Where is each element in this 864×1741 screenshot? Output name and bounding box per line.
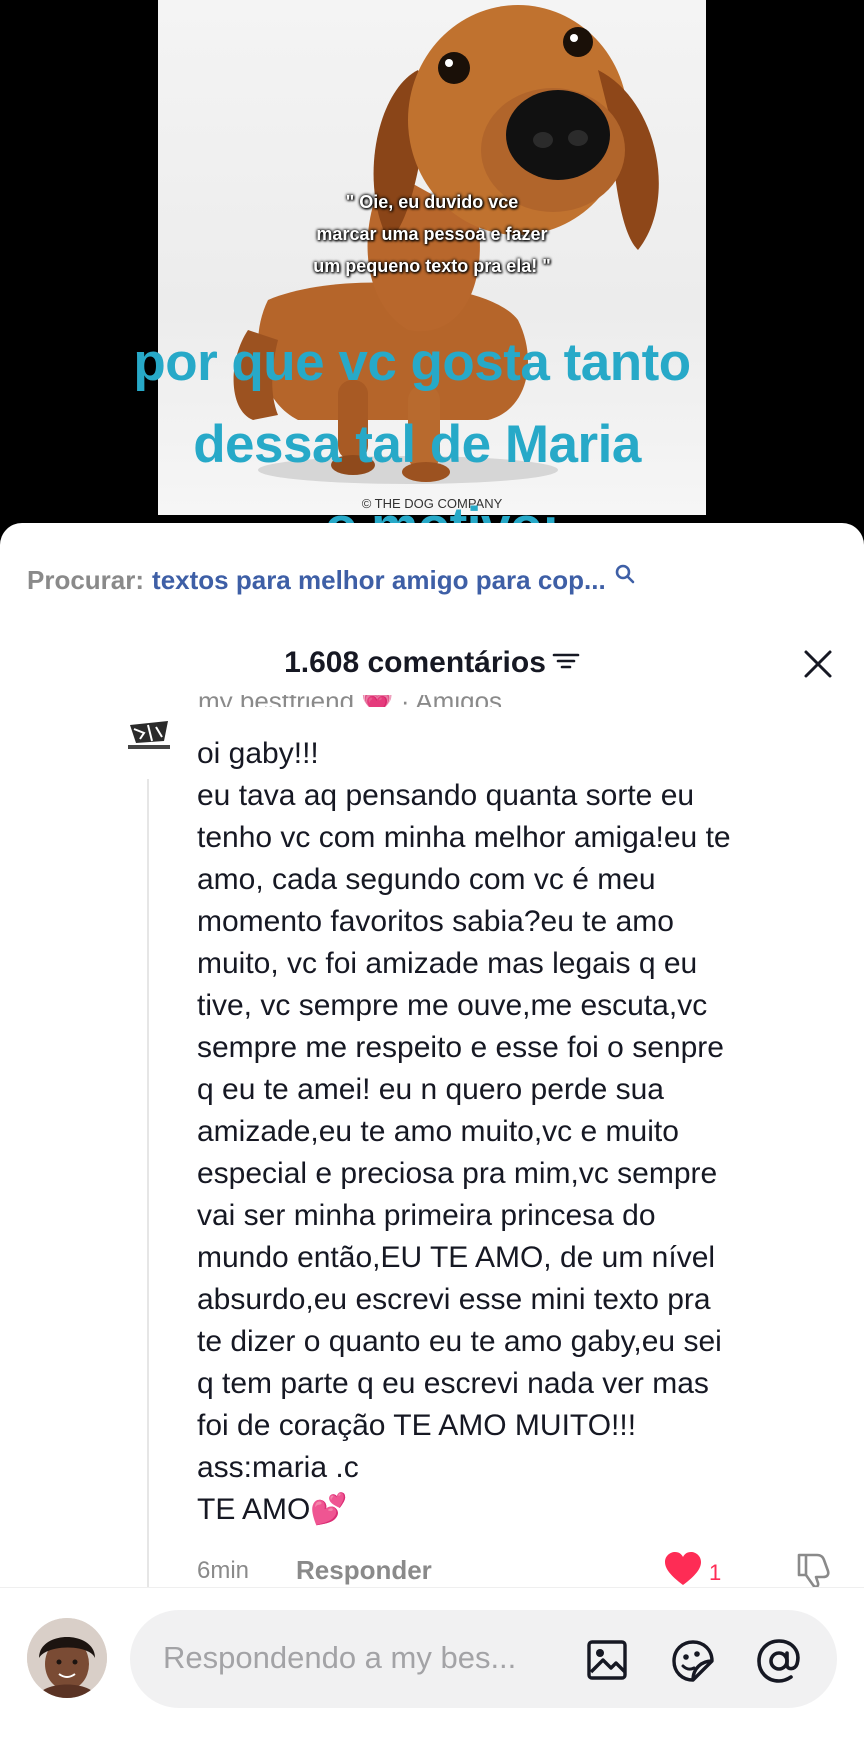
reply-input[interactable]: Respondendo a my bes... bbox=[130, 1610, 837, 1708]
search-suggestion[interactable]: Procurar: textos para melhor amigo para c… bbox=[27, 564, 636, 596]
comment-author[interactable]: my bestfriend 💗 · Amigos bbox=[198, 695, 502, 707]
emoji-sticker-icon[interactable] bbox=[670, 1638, 716, 1689]
avatar[interactable] bbox=[124, 711, 174, 753]
user-avatar[interactable] bbox=[27, 1618, 107, 1698]
mention-icon[interactable] bbox=[755, 1638, 803, 1689]
comments-header: 1.608 comentários bbox=[0, 638, 864, 688]
quote-line: um pequeno texto pra ela! " bbox=[313, 256, 551, 276]
caption-line: por que vc gosta tanto bbox=[133, 333, 691, 392]
search-label: Procurar: bbox=[27, 565, 145, 595]
video-player[interactable]: " Oie, eu duvido vce marcar uma pessoa e… bbox=[0, 0, 864, 560]
caption-line: dessa tal de Maria bbox=[193, 415, 641, 474]
reply-input-placeholder: Respondendo a my bes... bbox=[163, 1640, 517, 1675]
comment-text[interactable]: oi gaby!!! eu tava aq pensando quanta so… bbox=[197, 733, 847, 1531]
like-count: 1 bbox=[709, 1559, 722, 1585]
thread-line bbox=[147, 779, 149, 1587]
image-icon[interactable] bbox=[585, 1638, 629, 1687]
comment-meta: 6min Responder 1 bbox=[197, 1551, 837, 1591]
quote-line: " Oie, eu duvido vce bbox=[345, 192, 519, 212]
comments-sheet: Procurar: textos para melhor amigo para c… bbox=[0, 523, 864, 1740]
comment-composer: Respondendo a my bes... bbox=[0, 1587, 864, 1741]
search-icon[interactable] bbox=[614, 561, 636, 592]
video-quote: " Oie, eu duvido vce marcar uma pessoa e… bbox=[158, 186, 706, 282]
close-icon[interactable] bbox=[802, 648, 834, 685]
comment-count: 1.608 comentários bbox=[284, 646, 546, 679]
search-query[interactable]: textos para melhor amigo para cop... bbox=[152, 565, 606, 595]
comment-time: 6min bbox=[197, 1557, 250, 1584]
filter-icon[interactable] bbox=[552, 646, 580, 680]
reply-button[interactable]: Responder bbox=[296, 1555, 432, 1586]
quote-line: marcar uma pessoa e fazer bbox=[316, 224, 548, 244]
